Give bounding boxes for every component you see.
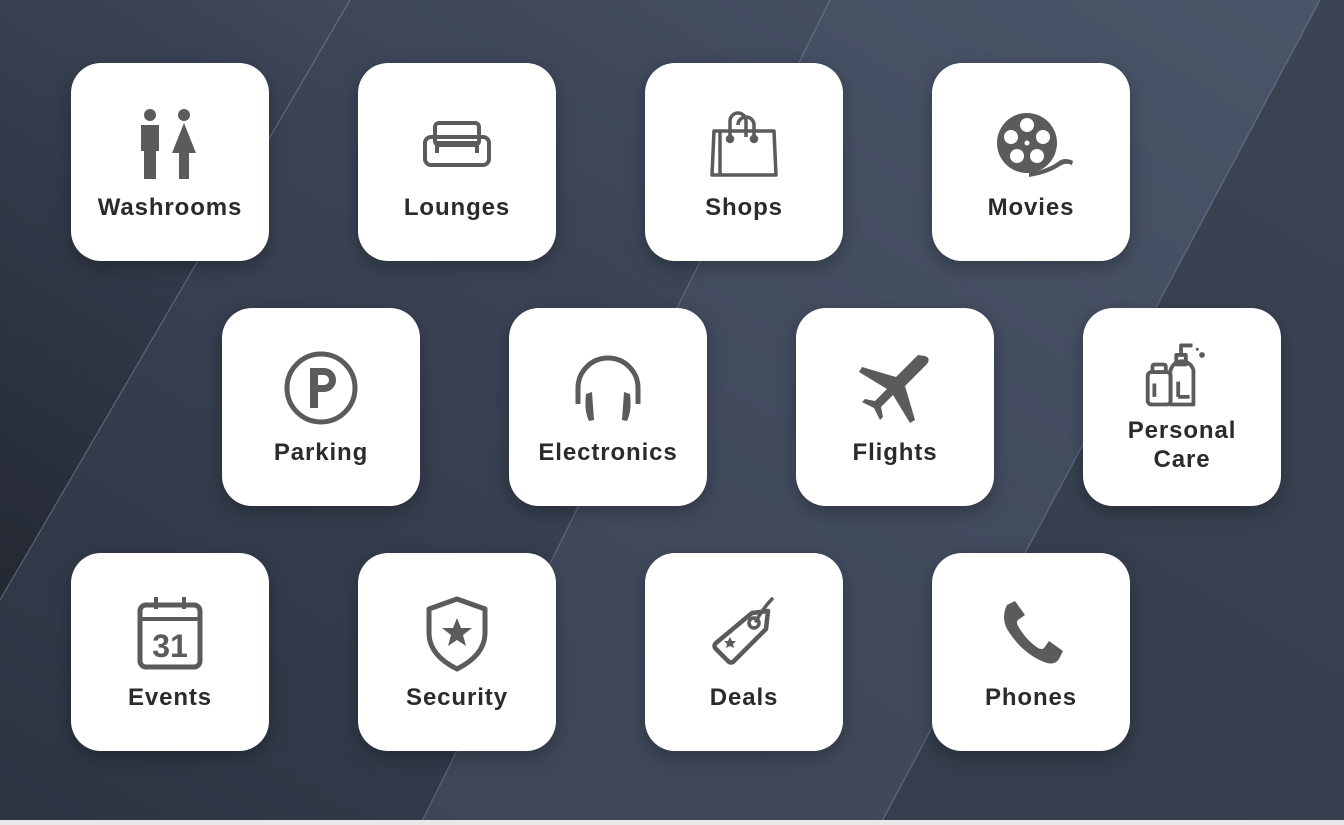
tile-parking[interactable]: Parking: [222, 308, 420, 506]
tile-flights[interactable]: Flights: [796, 308, 994, 506]
tile-label: Phones: [984, 684, 1078, 711]
phone-icon: [989, 591, 1073, 675]
tile-label: Lounges: [403, 194, 511, 221]
tile-lounges[interactable]: Lounges: [358, 63, 556, 261]
tile-deals[interactable]: Deals: [645, 553, 843, 751]
shopping-bag-icon: [702, 101, 786, 185]
headphones-icon: [566, 346, 650, 430]
tile-electronics[interactable]: Electronics: [509, 308, 707, 506]
calendar-icon: 31: [128, 591, 212, 675]
tile-label: Deals: [709, 684, 779, 711]
tile-label: Parking: [273, 439, 369, 466]
tile-label: Security: [406, 684, 508, 711]
tile-events[interactable]: 31 Events: [71, 553, 269, 751]
parking-icon: [279, 346, 363, 430]
tile-label: Washrooms: [97, 194, 243, 221]
airplane-icon: [853, 346, 937, 430]
tile-washrooms[interactable]: Washrooms: [71, 63, 269, 261]
film-reel-icon: [989, 101, 1073, 185]
tile-personal-care[interactable]: Personal Care: [1083, 308, 1281, 506]
sofa-icon: [415, 101, 499, 185]
soap-bottles-icon: [1142, 334, 1222, 414]
tile-phones[interactable]: Phones: [932, 553, 1130, 751]
tile-label: Shops: [705, 194, 783, 221]
tile-label: Electronics: [538, 439, 678, 466]
calendar-date: 31: [152, 628, 188, 664]
shield-star-icon: [415, 591, 499, 675]
tile-movies[interactable]: Movies: [932, 63, 1130, 261]
washroom-icon: [128, 101, 212, 185]
tile-label: Flights: [852, 439, 938, 466]
tile-label: Events: [127, 684, 213, 711]
tile-shops[interactable]: Shops: [645, 63, 843, 261]
tile-label: Personal Care: [1127, 417, 1237, 473]
tile-security[interactable]: Security: [358, 553, 556, 751]
tile-label: Movies: [987, 194, 1075, 221]
price-tag-icon: [702, 591, 786, 675]
